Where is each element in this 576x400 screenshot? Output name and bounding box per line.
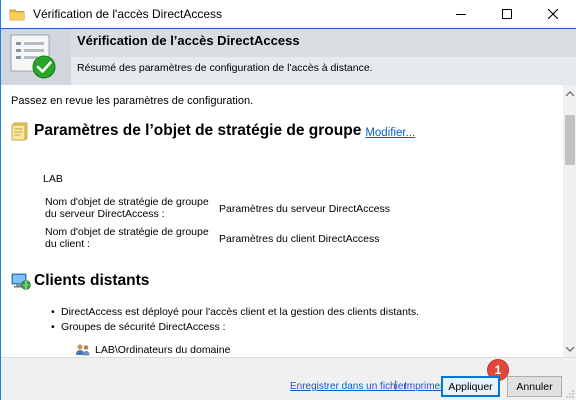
scroll-up-icon[interactable] — [563, 85, 576, 101]
maximize-button[interactable] — [484, 0, 530, 28]
banner-title: Vérification de l’accès DirectAccess — [77, 33, 300, 48]
header-banner: Vérification de l’accès DirectAccess Rés… — [1, 28, 576, 85]
cancel-button[interactable]: Annuler — [507, 376, 562, 397]
folder-icon — [9, 6, 25, 22]
intro-text: Passez en revue les paramètres de config… — [11, 95, 254, 107]
minimize-button[interactable] — [438, 0, 484, 28]
apply-button[interactable]: Appliquer — [441, 376, 500, 397]
gpo-section-header: Paramètres de l’objet de stratégie de gr… — [11, 121, 415, 141]
vertical-scrollbar[interactable] — [563, 85, 576, 357]
close-button[interactable] — [530, 0, 576, 28]
client-gpo-label: Nom d'objet de stratégie de groupe du cl… — [45, 226, 209, 250]
window-title: Vérification de l'accès DirectAccess — [33, 7, 223, 21]
list-item: DirectAccess est déployé pour l'accès cl… — [51, 306, 419, 318]
clients-section-header: Clients distants — [11, 271, 149, 291]
list-item: Groupes de sécurité DirectAccess : — [51, 321, 226, 333]
client-gpo-value: Paramètres du client DirectAccess — [219, 233, 380, 245]
title-bar: Vérification de l'accès DirectAccess — [1, 0, 576, 28]
link-separator: | — [394, 380, 397, 391]
dialog-window: Vérification de l'accès DirectAccess Vér… — [0, 0, 576, 400]
dialog-footer: Enregistrer dans un fichier | Imprimer 1… — [1, 357, 576, 400]
summary-content: Passez en revue les paramètres de config… — [1, 85, 563, 357]
scroll-thumb[interactable] — [565, 115, 575, 165]
domain-label: LAB — [43, 173, 63, 185]
security-group-item: LAB\Ordinateurs du domaine — [75, 343, 230, 357]
computer-globe-icon — [11, 271, 31, 291]
print-link[interactable]: Imprimer — [404, 381, 443, 392]
resize-grip-icon[interactable] — [565, 388, 575, 398]
save-to-file-link[interactable]: Enregistrer dans un fichier — [290, 381, 407, 392]
banner-subtitle: Résumé des paramètres de configuration d… — [77, 62, 373, 74]
users-group-icon — [75, 343, 91, 357]
policy-scroll-icon — [11, 121, 31, 141]
checklist-checkmark-icon — [5, 29, 63, 85]
scroll-down-icon[interactable] — [563, 341, 576, 357]
security-group-name: LAB\Ordinateurs du domaine — [95, 344, 231, 356]
server-gpo-label: Nom d'objet de stratégie de groupe du se… — [45, 196, 209, 220]
clients-section-title: Clients distants — [34, 272, 150, 289]
gpo-section-title: Paramètres de l’objet de stratégie de gr… — [34, 122, 362, 139]
modify-link[interactable]: Modifier... — [365, 127, 415, 139]
server-gpo-value: Paramètres du serveur DirectAccess — [219, 203, 390, 215]
